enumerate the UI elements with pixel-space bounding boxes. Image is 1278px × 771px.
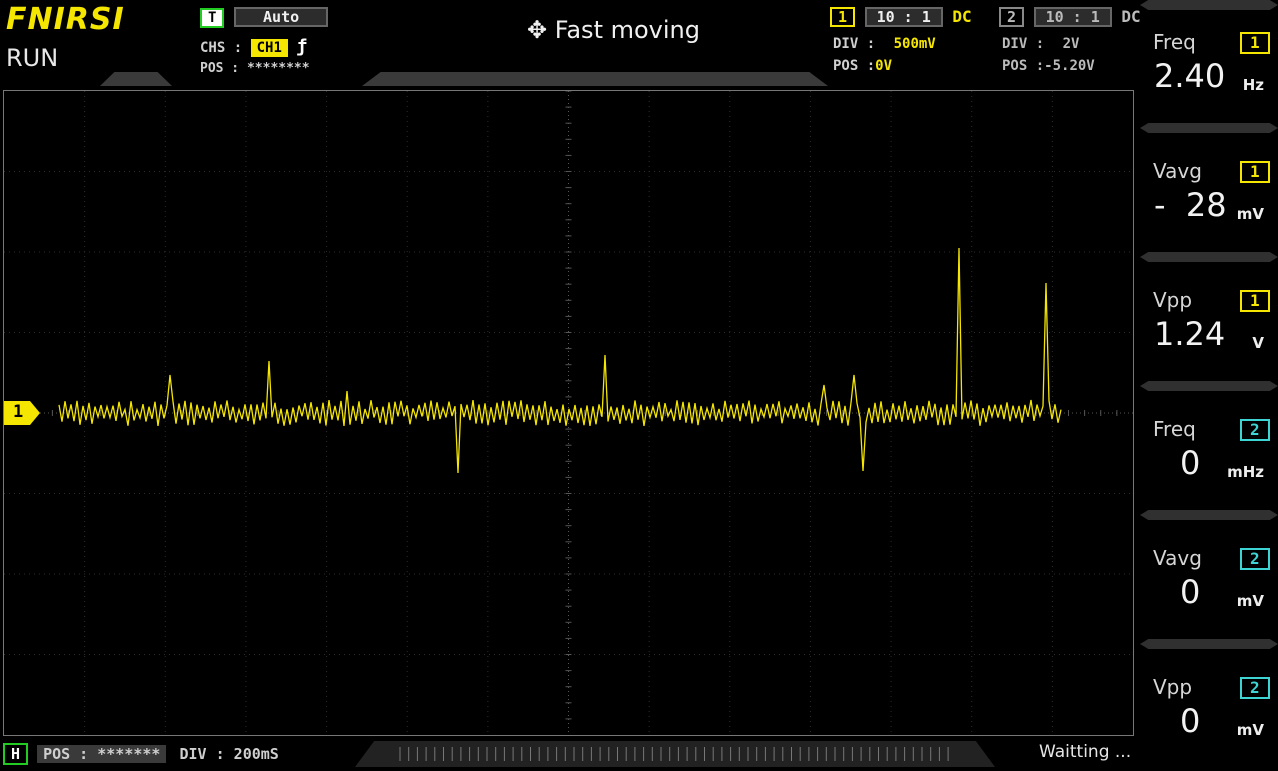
measurement-channel-badge: 1 [1240,161,1270,183]
measurement-name: Vavg [1153,546,1202,570]
scope-screen[interactable] [3,90,1134,736]
ch1-waveform-trace [58,247,1062,474]
ch2-number: 2 [999,7,1025,27]
measurement-unit: Hz [1242,76,1264,94]
ch2-settings[interactable]: 2 10 : 1 DC [999,7,1141,27]
horizontal-tag: H [3,743,29,765]
measurement-name: Freq [1153,417,1196,441]
measurement-separator [1140,381,1278,391]
acq-status: Waitting ... [1039,742,1132,762]
measurement-value: 0 [1180,444,1201,482]
ch1-marker-label: 1 [13,402,24,422]
trigger-tag: T [200,8,225,28]
move-icon: ✥ [527,16,548,44]
measurement-value: 0 [1180,702,1201,740]
header-tab [362,72,828,86]
measurement-value: 0 [1180,573,1201,611]
ch1-probe[interactable]: 10 : 1 [864,7,943,27]
ruler-ticks [399,747,949,761]
measurement-vpp-ch2[interactable]: Vpp 2 0 mV [1140,673,1278,763]
ch2-pos-value: -5.20V [1044,58,1095,74]
ch1-div-label: DIV : [833,36,876,52]
measurement-separator [1140,0,1278,10]
measurement-separator [1140,510,1278,520]
trigger-channel[interactable]: CHS : CH1 ƒ [200,36,307,57]
measurement-channel-badge: 1 [1240,290,1270,312]
footer-left[interactable]: H POS : ******* DIV : 200mS [3,743,279,765]
measurement-name: Vavg [1153,159,1202,183]
ch2-probe[interactable]: 10 : 1 [1033,7,1112,27]
waveform-display [3,90,1133,735]
ch1-pos-label: POS : [833,58,876,74]
ch2-div-value: 2V [1062,36,1080,52]
ch1-div[interactable]: DIV : 500mV [833,36,936,52]
ch1-pos[interactable]: POS :0V [833,58,892,74]
ch1-pos-value: 0V [875,58,893,74]
timebase-div[interactable]: DIV : 200mS [180,745,279,763]
ch1-coupling[interactable]: DC [952,7,971,26]
h-pos[interactable]: POS : ******* [37,745,167,763]
measurement-channel-badge: 2 [1240,419,1270,441]
measurement-freq-ch1[interactable]: Freq 1 2.40 Hz [1140,28,1278,118]
measurement-name: Vpp [1153,675,1193,699]
measurement-value: - 28 [1154,186,1227,224]
brand-logo: FNIRSI [6,2,125,37]
measurement-separator [1140,123,1278,133]
ch1-settings[interactable]: 1 10 : 1 DC [830,7,972,27]
header-tab-left [100,72,172,86]
ch2-coupling[interactable]: DC [1121,7,1140,26]
chs-value: CH1 [250,39,288,57]
rising-edge-icon: ƒ [296,36,308,57]
measurement-vpp-ch1[interactable]: Vpp 1 1.24 V [1140,286,1278,376]
measurement-channel-badge: 1 [1240,32,1270,54]
measurement-separator [1140,639,1278,649]
measurement-vavg-ch2[interactable]: Vavg 2 0 mV [1140,544,1278,634]
measurement-name: Vpp [1153,288,1193,312]
trigger-pos: POS : ******** [200,61,310,76]
measurement-channel-badge: 2 [1240,677,1270,699]
measurement-vavg-ch1[interactable]: Vavg 1 - 28 mV [1140,157,1278,247]
run-state[interactable]: RUN [6,44,58,72]
measurement-channel-badge: 2 [1240,548,1270,570]
measurement-unit: V [1252,334,1264,352]
trigger-mode[interactable]: Auto [234,7,329,27]
ch1-div-value: 500mV [893,36,936,52]
move-mode-label: Fast moving [554,16,700,44]
measurement-unit: mV [1236,592,1264,610]
ch2-pos[interactable]: POS :-5.20V [1002,58,1095,74]
move-mode[interactable]: ✥ Fast moving [527,16,700,44]
ch1-number: 1 [830,7,856,27]
measurement-name: Freq [1153,30,1196,54]
measurement-unit: mV [1236,205,1264,223]
measurement-unit: mV [1236,721,1264,739]
timebase-ruler[interactable] [355,741,995,767]
measurement-freq-ch2[interactable]: Freq 2 0 mHz [1140,415,1278,505]
ch2-div-label: DIV : [1002,36,1045,52]
ch2-div[interactable]: DIV : 2V [1002,36,1079,52]
ch1-level-marker[interactable]: 1 [4,401,40,425]
ch2-pos-label: POS : [1002,58,1045,74]
trigger-block[interactable]: T Auto [200,7,329,28]
measurement-unit: mHz [1227,463,1264,481]
measurement-separator [1140,252,1278,262]
measurement-value: 1.24 [1154,315,1226,353]
chs-label: CHS : [200,40,243,56]
measurement-value: 2.40 [1154,57,1226,95]
